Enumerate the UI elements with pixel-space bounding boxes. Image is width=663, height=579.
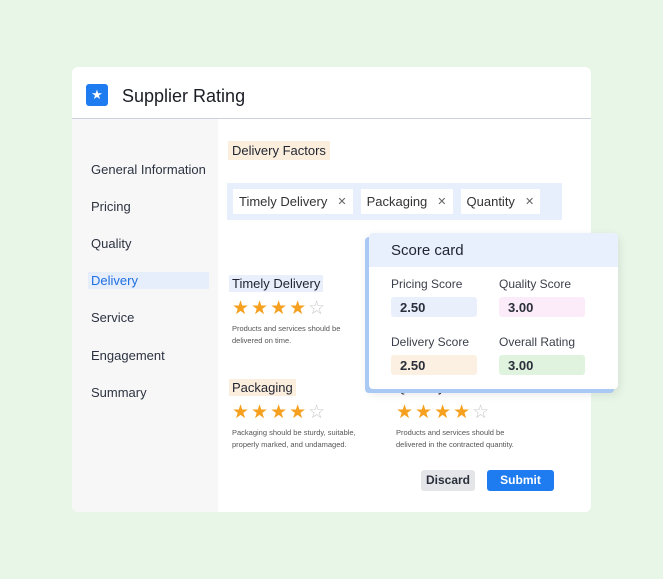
star-rating[interactable]: ★★★★☆ <box>232 401 372 424</box>
factor-description: Products and services should be delivere… <box>396 428 514 449</box>
score-label: Pricing Score <box>391 277 463 291</box>
factor-chips: Timely Delivery ✕ Packaging ✕ Quantity ✕ <box>227 183 562 220</box>
factor-description: Products and services should be delivere… <box>232 324 341 345</box>
score-value: 2.50 <box>391 355 477 375</box>
factor-title: Timely Delivery <box>229 275 324 292</box>
close-icon[interactable]: ✕ <box>525 195 534 208</box>
factor-title: Packaging <box>229 379 296 396</box>
chip-label: Timely Delivery <box>239 194 328 209</box>
score-value: 3.00 <box>499 297 585 317</box>
sidebar: General Information Pricing Quality Deli… <box>72 119 218 512</box>
header: ★ Supplier Rating <box>72 67 591 119</box>
factor-packaging: Packaging ★★★★☆ Packaging should be stur… <box>229 379 372 451</box>
factor-timely-delivery: Timely Delivery ★★★★☆ Products and servi… <box>229 275 372 347</box>
factor-quantity: Quantity ★★★★☆ Products and services sho… <box>396 379 536 451</box>
user-star-icon: ★ <box>86 84 108 106</box>
sidebar-item-engagement[interactable]: Engagement <box>88 347 209 364</box>
sidebar-item-quality[interactable]: Quality <box>88 235 209 252</box>
sidebar-item-pricing[interactable]: Pricing <box>88 198 209 215</box>
chip-label: Quantity <box>466 194 515 209</box>
submit-button[interactable]: Submit <box>487 470 554 491</box>
star-rating[interactable]: ★★★★☆ <box>232 297 372 320</box>
sidebar-item-service[interactable]: Service <box>88 309 209 326</box>
score-value: 3.00 <box>499 355 585 375</box>
score-value: 2.50 <box>391 297 477 317</box>
chip-packaging: Packaging ✕ <box>360 189 453 214</box>
sidebar-item-delivery[interactable]: Delivery <box>88 272 209 289</box>
close-icon[interactable]: ✕ <box>437 195 446 208</box>
factor-description: Packaging should be sturdy, suitable, pr… <box>232 428 356 449</box>
score-card-title: Score card <box>369 233 618 267</box>
page-title: Supplier Rating <box>122 86 246 106</box>
overall-rating: Overall Rating 3.00 <box>499 335 585 375</box>
chip-timely-delivery: Timely Delivery ✕ <box>233 189 353 214</box>
close-icon[interactable]: ✕ <box>337 195 346 208</box>
sidebar-item-summary[interactable]: Summary <box>88 384 209 401</box>
score-label: Delivery Score <box>391 335 470 349</box>
star-rating[interactable]: ★★★★☆ <box>396 401 536 424</box>
score-label: Overall Rating <box>499 335 576 349</box>
pricing-score: Pricing Score 2.50 <box>391 277 477 317</box>
discard-button[interactable]: Discard <box>421 470 475 491</box>
section-title: Delivery Factors <box>228 141 330 160</box>
chip-label: Packaging <box>366 194 428 209</box>
chip-quantity: Quantity ✕ <box>460 189 541 214</box>
delivery-score: Delivery Score 2.50 <box>391 335 477 375</box>
quality-score: Quality Score 3.00 <box>499 277 585 317</box>
score-card: Score card Pricing Score 2.50 Quality Sc… <box>369 233 618 389</box>
score-label: Quality Score <box>499 277 572 291</box>
sidebar-item-general-information[interactable]: General Information <box>88 161 209 178</box>
